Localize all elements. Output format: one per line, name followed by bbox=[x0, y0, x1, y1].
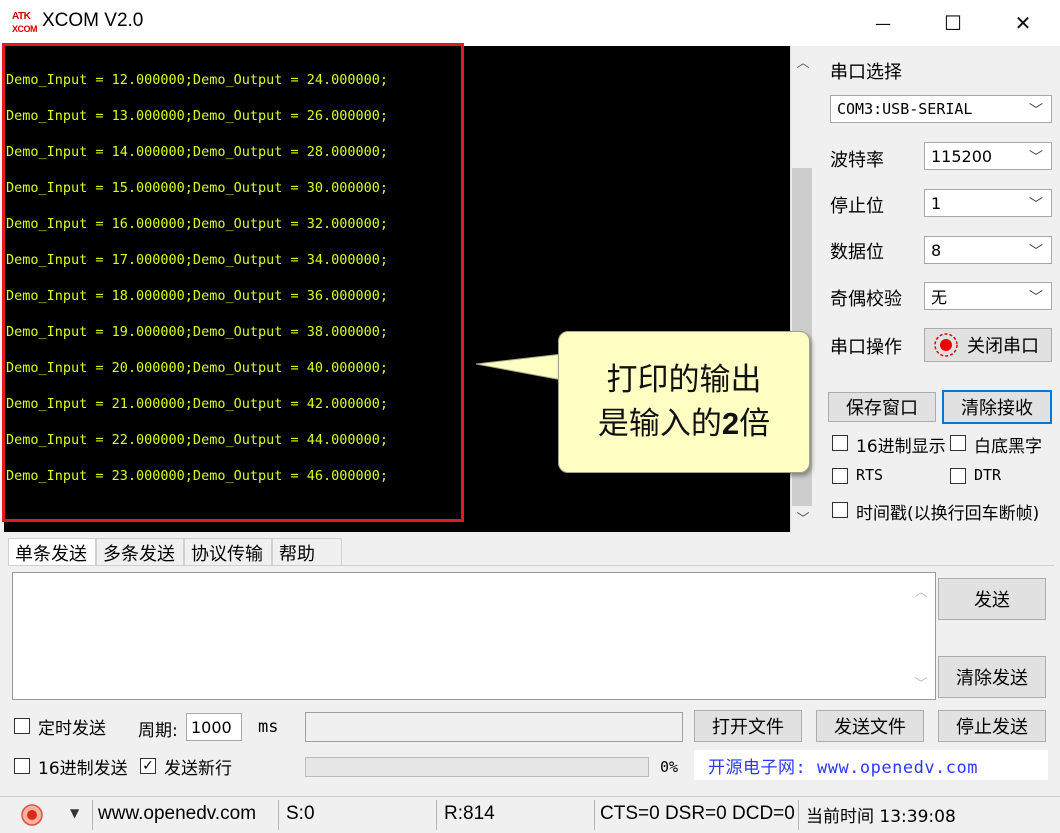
send-textarea[interactable]: ︿ ﹀ bbox=[12, 572, 936, 700]
parity-value: 无 bbox=[931, 288, 948, 307]
baud-value: 115200 bbox=[931, 146, 993, 166]
minimize-icon: — bbox=[875, 13, 891, 33]
status-separator bbox=[436, 800, 437, 830]
hex-display-checkbox[interactable] bbox=[832, 435, 848, 451]
port-label: 串口选择 bbox=[830, 62, 902, 83]
status-separator bbox=[278, 800, 279, 830]
parity-label: 奇偶校验 bbox=[830, 289, 902, 310]
window-title: XCOM V2.0 bbox=[42, 10, 144, 31]
chevron-down-icon: ﹀ bbox=[1029, 290, 1043, 306]
white-black-label: 白底黑字 bbox=[974, 437, 1042, 457]
stop-bits-value: 1 bbox=[931, 193, 942, 213]
status-lines: CTS=0 DSR=0 DCD=0 bbox=[600, 803, 795, 824]
status-separator bbox=[594, 800, 595, 830]
save-window-button[interactable]: 保存窗口 bbox=[828, 392, 936, 422]
period-input[interactable]: 1000 bbox=[186, 713, 242, 741]
close-port-label: 关闭串口 bbox=[967, 336, 1039, 357]
callout-line1: 打印的输出 bbox=[606, 362, 762, 398]
callout-line2: 是输入的2倍 bbox=[598, 402, 770, 446]
chevron-down-icon: ﹀ bbox=[1029, 150, 1043, 166]
maximize-button[interactable]: ☐ bbox=[918, 0, 988, 46]
chevron-down-icon: ﹀ bbox=[1029, 103, 1043, 119]
tab-help[interactable]: 帮助 bbox=[272, 538, 342, 566]
send-progress-bar bbox=[305, 757, 649, 777]
white-black-checkbox[interactable] bbox=[950, 435, 966, 451]
port-select[interactable]: COM3:USB-SERIAL ﹀ bbox=[830, 95, 1052, 123]
rts-checkbox[interactable] bbox=[832, 468, 848, 484]
clear-receive-button[interactable]: 清除接收 bbox=[942, 390, 1052, 424]
callout-pointer bbox=[476, 353, 563, 381]
progress-percent: 0% bbox=[660, 758, 679, 776]
data-bits-label: 数据位 bbox=[830, 242, 884, 263]
port-value: COM3:USB-SERIAL bbox=[837, 100, 973, 118]
stop-send-button[interactable]: 停止发送 bbox=[938, 710, 1046, 742]
status-sent-count: S:0 bbox=[286, 803, 315, 824]
close-icon: ✕ bbox=[1014, 11, 1032, 35]
chevron-down-icon: ﹀ bbox=[1029, 197, 1043, 213]
promo-banner[interactable]: 开源电子网: www.openedv.com bbox=[694, 750, 1048, 780]
timed-send-checkbox[interactable] bbox=[14, 718, 30, 734]
tab-protocol[interactable]: 协议传输 bbox=[184, 538, 272, 566]
tab-multi-send[interactable]: 多条发送 bbox=[96, 538, 184, 566]
port-status-icon bbox=[934, 333, 958, 357]
logo-text-bottom: XCOM bbox=[12, 24, 38, 34]
data-bits-select[interactable]: 8 ﹀ bbox=[924, 236, 1052, 264]
status-separator bbox=[92, 800, 93, 830]
data-bits-value: 8 bbox=[931, 240, 942, 260]
app-logo-icon: ATK XCOM bbox=[12, 11, 38, 35]
close-button[interactable]: ✕ bbox=[988, 0, 1058, 46]
scroll-up-icon[interactable]: ︿ bbox=[791, 52, 815, 71]
baud-select[interactable]: 115200 ﹀ bbox=[924, 142, 1052, 170]
hex-send-label: 16进制发送 bbox=[38, 759, 128, 779]
dtr-label: DTR bbox=[974, 466, 1002, 484]
tab-divider bbox=[8, 565, 1054, 566]
send-file-button[interactable]: 发送文件 bbox=[816, 710, 924, 742]
timestamp-checkbox[interactable] bbox=[832, 502, 848, 518]
clear-send-button[interactable]: 清除发送 bbox=[938, 656, 1046, 698]
maximize-icon: ☐ bbox=[944, 11, 962, 35]
callout-line2-number: 2 bbox=[721, 406, 740, 441]
logo-text-top: ATK bbox=[12, 11, 31, 22]
callout-line2-suffix: 倍 bbox=[739, 406, 771, 442]
newline-checkbox[interactable]: ✓ bbox=[140, 758, 156, 774]
period-unit: ms bbox=[258, 717, 279, 737]
open-file-button[interactable]: 打开文件 bbox=[694, 710, 802, 742]
scroll-down-icon[interactable]: ﹀ bbox=[791, 508, 815, 527]
status-website[interactable]: www.openedv.com bbox=[98, 801, 256, 827]
scroll-up-icon[interactable]: ︿ bbox=[909, 581, 933, 600]
hex-send-checkbox[interactable] bbox=[14, 758, 30, 774]
close-port-button[interactable]: 关闭串口 bbox=[924, 328, 1052, 362]
callout-line2-text: 是输入的 bbox=[597, 406, 722, 442]
status-received-count: R:814 bbox=[444, 803, 495, 824]
record-icon[interactable] bbox=[20, 803, 44, 827]
timed-send-label: 定时发送 bbox=[38, 719, 106, 739]
annotation-callout: 打印的输出 是输入的2倍 bbox=[558, 331, 810, 473]
scroll-down-icon[interactable]: ﹀ bbox=[909, 673, 933, 692]
period-label: 周期: bbox=[138, 721, 178, 741]
tab-single-send[interactable]: 单条发送 bbox=[8, 538, 96, 566]
chevron-down-icon: ﹀ bbox=[1029, 244, 1043, 260]
highlight-box bbox=[2, 43, 464, 522]
hex-display-label: 16进制显示 bbox=[856, 437, 946, 457]
stop-bits-label: 停止位 bbox=[830, 196, 884, 217]
send-button[interactable]: 发送 bbox=[938, 578, 1046, 620]
parity-select[interactable]: 无 ﹀ bbox=[924, 282, 1052, 310]
status-time: 当前时间 13:39:08 bbox=[806, 806, 956, 827]
newline-label: 发送新行 bbox=[164, 759, 232, 779]
rts-label: RTS bbox=[856, 466, 884, 484]
minimize-button[interactable]: — bbox=[848, 0, 918, 46]
port-operation-label: 串口操作 bbox=[830, 337, 902, 358]
dropdown-arrow-icon[interactable]: ▼ bbox=[70, 806, 79, 820]
baud-label: 波特率 bbox=[830, 150, 884, 171]
file-path-input[interactable] bbox=[305, 712, 683, 742]
status-separator bbox=[798, 800, 799, 830]
dtr-checkbox[interactable] bbox=[950, 468, 966, 484]
stop-bits-select[interactable]: 1 ﹀ bbox=[924, 189, 1052, 217]
timestamp-label: 时间戳(以换行回车断帧) bbox=[856, 504, 1040, 524]
